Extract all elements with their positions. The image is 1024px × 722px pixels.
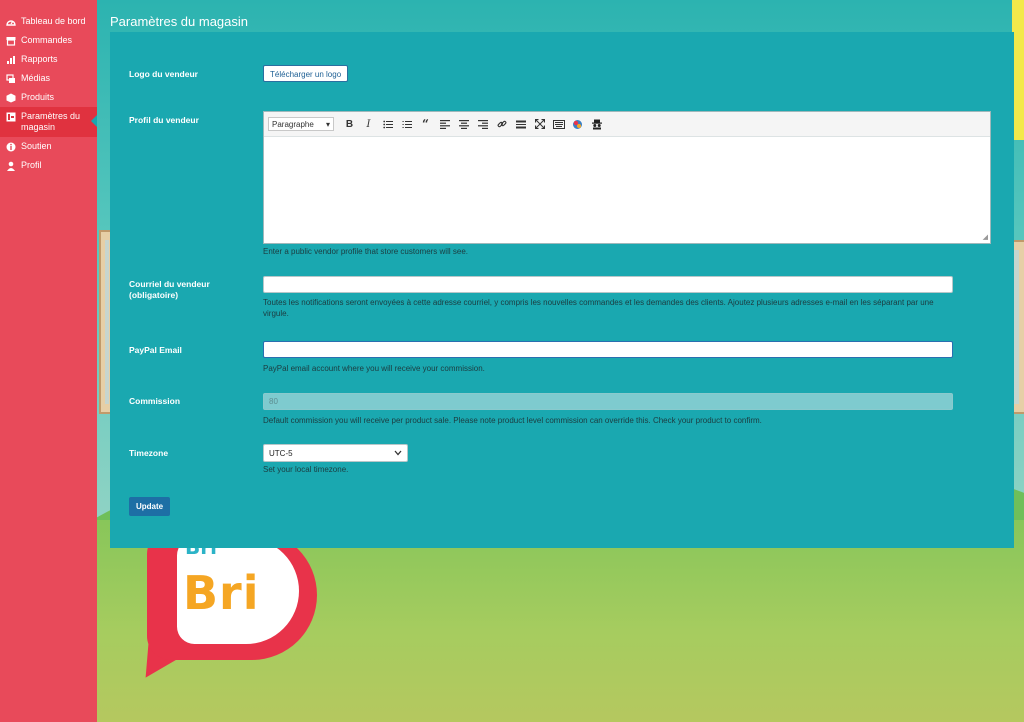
align-right-icon[interactable] [473,116,492,132]
format-select-value: Paragraphe [272,119,314,129]
sidebar-item-label: Soutien [21,141,52,151]
editor-toolbar: Paragraphe ▾ B I “ [264,112,990,137]
info-icon [6,142,16,152]
italic-icon[interactable]: I [359,116,378,132]
paypal-help-text: PayPal email account where you will rece… [263,364,485,373]
sidebar-item-label: Commandes [21,35,73,45]
media-icon [6,74,16,84]
sidebar-item-orders[interactable]: Commandes [0,31,97,50]
email-help-text: Toutes les notifications seront envoyées… [263,298,934,318]
paypal-label: PayPal Email [129,345,182,355]
keyboard-icon[interactable] [549,116,568,132]
sidebar-item-label: Tableau de bord [21,16,86,26]
profile-help-text: Enter a public vendor profile that store… [263,247,468,256]
sidebar-item-support[interactable]: Soutien [0,137,97,156]
spy-icon[interactable] [587,116,606,132]
sidebar-item-label: Médias [21,73,51,83]
page-title: Paramètres du magasin [110,14,249,29]
sidebar-item-store-settings[interactable]: Paramètres du magasin [0,107,97,137]
chevron-down-icon [394,449,402,458]
emoji-icon[interactable] [568,116,587,132]
vendor-email-input[interactable] [263,276,953,293]
commission-label: Commission [129,396,181,406]
upload-logo-button[interactable]: Télécharger un logo [263,65,349,82]
sidebar-item-profile[interactable]: Profil [0,156,97,175]
bold-icon[interactable]: B [340,116,359,132]
blockquote-icon[interactable]: “ [416,116,435,132]
fullscreen-icon[interactable] [530,116,549,132]
box-icon [6,93,16,103]
sidebar-item-label: Paramètres du magasin [21,111,81,132]
paypal-email-input[interactable] [263,341,953,358]
timezone-label: Timezone [129,448,169,458]
sidebar-item-dashboard[interactable]: Tableau de bord [0,12,97,31]
sidebar-item-label: Rapports [21,54,58,64]
timezone-select-value: UTC-5 [269,448,293,458]
bar-chart-icon [6,55,16,65]
numbered-list-icon[interactable] [397,116,416,132]
timezone-help-text: Set your local timezone. [263,465,349,474]
settings-panel: Logo du vendeur Télécharger un logo Prof… [110,32,1014,548]
profile-editor: Paragraphe ▾ B I “ ◢ [263,111,991,244]
resize-handle-icon[interactable]: ◢ [983,233,988,241]
timezone-select[interactable]: UTC-5 [263,444,408,462]
link-icon[interactable] [492,116,511,132]
dashboard-icon [6,17,16,27]
commission-input [263,393,953,410]
align-left-icon[interactable] [435,116,454,132]
email-label: Courriel du vendeur (obligatoire) [129,279,210,300]
store-icon [6,36,16,46]
profile-label: Profil du vendeur [129,115,199,125]
sidebar: Tableau de bord Commandes Rapports Média… [0,0,97,722]
read-more-icon[interactable] [511,116,530,132]
logo-label: Logo du vendeur [129,69,198,79]
align-center-icon[interactable] [454,116,473,132]
sidebar-item-media[interactable]: Médias [0,69,97,88]
bullet-list-icon[interactable] [378,116,397,132]
format-select[interactable]: Paragraphe ▾ [268,117,334,131]
sidebar-item-label: Produits [21,92,55,102]
commission-help-text: Default commission you will receive per … [263,416,762,425]
logo-text: Bri [183,566,260,620]
update-button[interactable]: Update [129,497,171,516]
sidebar-item-label: Profil [21,160,42,170]
sidebar-item-products[interactable]: Produits [0,88,97,107]
chevron-down-icon: ▾ [325,119,330,129]
settings-icon [6,112,16,122]
sidebar-item-reports[interactable]: Rapports [0,50,97,69]
user-icon [6,161,16,171]
